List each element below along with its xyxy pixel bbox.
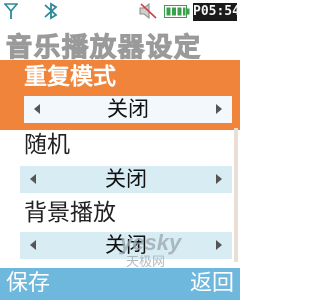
arrow-left-icon[interactable] xyxy=(30,174,36,184)
setting-value-selector[interactable]: 关闭 xyxy=(24,96,232,123)
page-title: 音乐播放器设定 xyxy=(5,32,203,63)
phone-screen: P05:54 音乐播放器设定 重复模式 关闭 随机 关闭 背景播放 关闭 yes… xyxy=(0,0,240,300)
arrow-right-icon[interactable] xyxy=(216,240,222,250)
softkey-bar: 保存 返回 xyxy=(0,268,240,300)
setting-item-shuffle[interactable]: 随机 xyxy=(24,130,240,160)
scrollbar[interactable] xyxy=(234,62,238,262)
setting-label: 重复模式 xyxy=(24,64,116,90)
clock: P05:54 xyxy=(193,3,240,21)
mute-icon xyxy=(139,3,157,19)
setting-item-background-play[interactable]: 背景播放 xyxy=(24,198,240,228)
back-softkey[interactable]: 返回 xyxy=(190,270,234,298)
arrow-right-icon[interactable] xyxy=(216,104,222,114)
status-bar: P05:54 xyxy=(0,0,240,24)
setting-value-selector[interactable]: 关闭 xyxy=(20,166,232,193)
bluetooth-icon xyxy=(44,2,58,20)
svg-text:yesky: yesky xyxy=(119,230,183,255)
battery-icon xyxy=(164,5,190,18)
scroll-thumb[interactable] xyxy=(234,62,238,128)
watermark-logo: yesky 天极网 xyxy=(119,230,183,270)
setting-value: 关闭 xyxy=(105,167,147,191)
setting-label: 随机 xyxy=(24,132,70,158)
setting-value: 关闭 xyxy=(107,97,149,121)
save-softkey[interactable]: 保存 xyxy=(6,270,50,298)
arrow-right-icon[interactable] xyxy=(216,174,222,184)
setting-item-repeat-mode[interactable]: 重复模式 关闭 xyxy=(0,60,240,130)
arrow-left-icon[interactable] xyxy=(34,104,40,114)
arrow-left-icon[interactable] xyxy=(30,240,36,250)
title-bar: 音乐播放器设定 xyxy=(0,24,240,64)
signal-icon xyxy=(4,3,18,19)
setting-label: 背景播放 xyxy=(24,200,116,226)
